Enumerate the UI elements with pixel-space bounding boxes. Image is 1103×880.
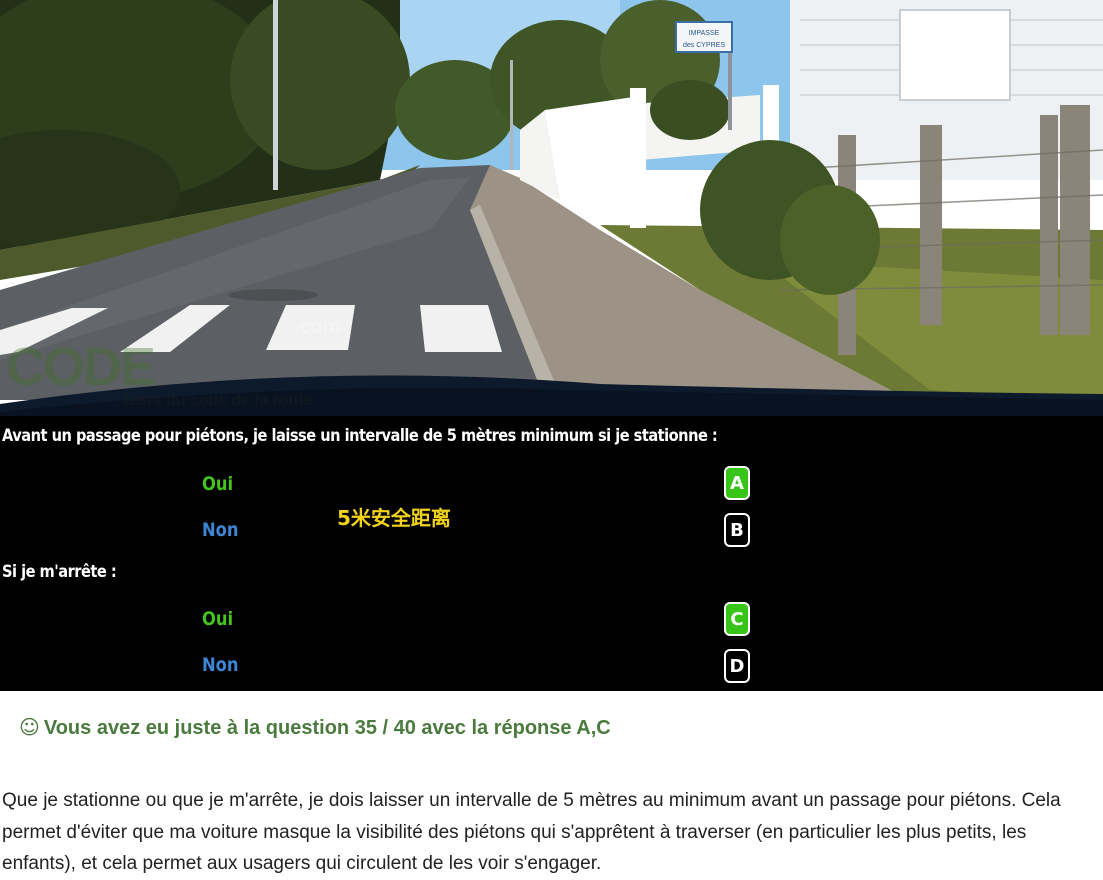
result-panel: ☺ Vous avez eu juste à la question 35 / 4…	[0, 691, 1103, 880]
street-sign-line2: des CYPRES	[683, 42, 725, 49]
answer-c-button[interactable]: C	[724, 602, 750, 636]
result-title-text: Vous avez eu juste à la question 35 / 40…	[43, 717, 611, 739]
result-title: ☺ Vous avez eu juste à la question 35 / 4…	[19, 715, 611, 740]
smiley-icon: ☺	[19, 715, 40, 739]
q2-option-oui-label: Oui	[202, 608, 234, 630]
q1-option-oui-label: Oui	[202, 473, 234, 495]
annotation-overlay: 5米安全距离	[337, 506, 451, 530]
question-photo: IMPASSE des CYPRES CODE .com tests du co…	[0, 0, 1103, 416]
answer-b-button[interactable]: B	[724, 513, 750, 547]
question-panel: Avant un passage pour piétons, je laisse…	[0, 416, 1103, 693]
q1-option-non-label: Non	[202, 519, 239, 541]
answer-a-button[interactable]: A	[724, 466, 750, 500]
question-2-text: Si je m'arrête :	[2, 562, 117, 582]
question-1-text: Avant un passage pour piétons, je laisse…	[2, 426, 718, 446]
answer-d-button[interactable]: D	[724, 649, 750, 683]
q2-option-non-label: Non	[202, 654, 239, 676]
street-sign-line1: IMPASSE	[689, 30, 720, 37]
explanation-text: Que je stationne ou que je m'arrête, je …	[2, 790, 1061, 874]
